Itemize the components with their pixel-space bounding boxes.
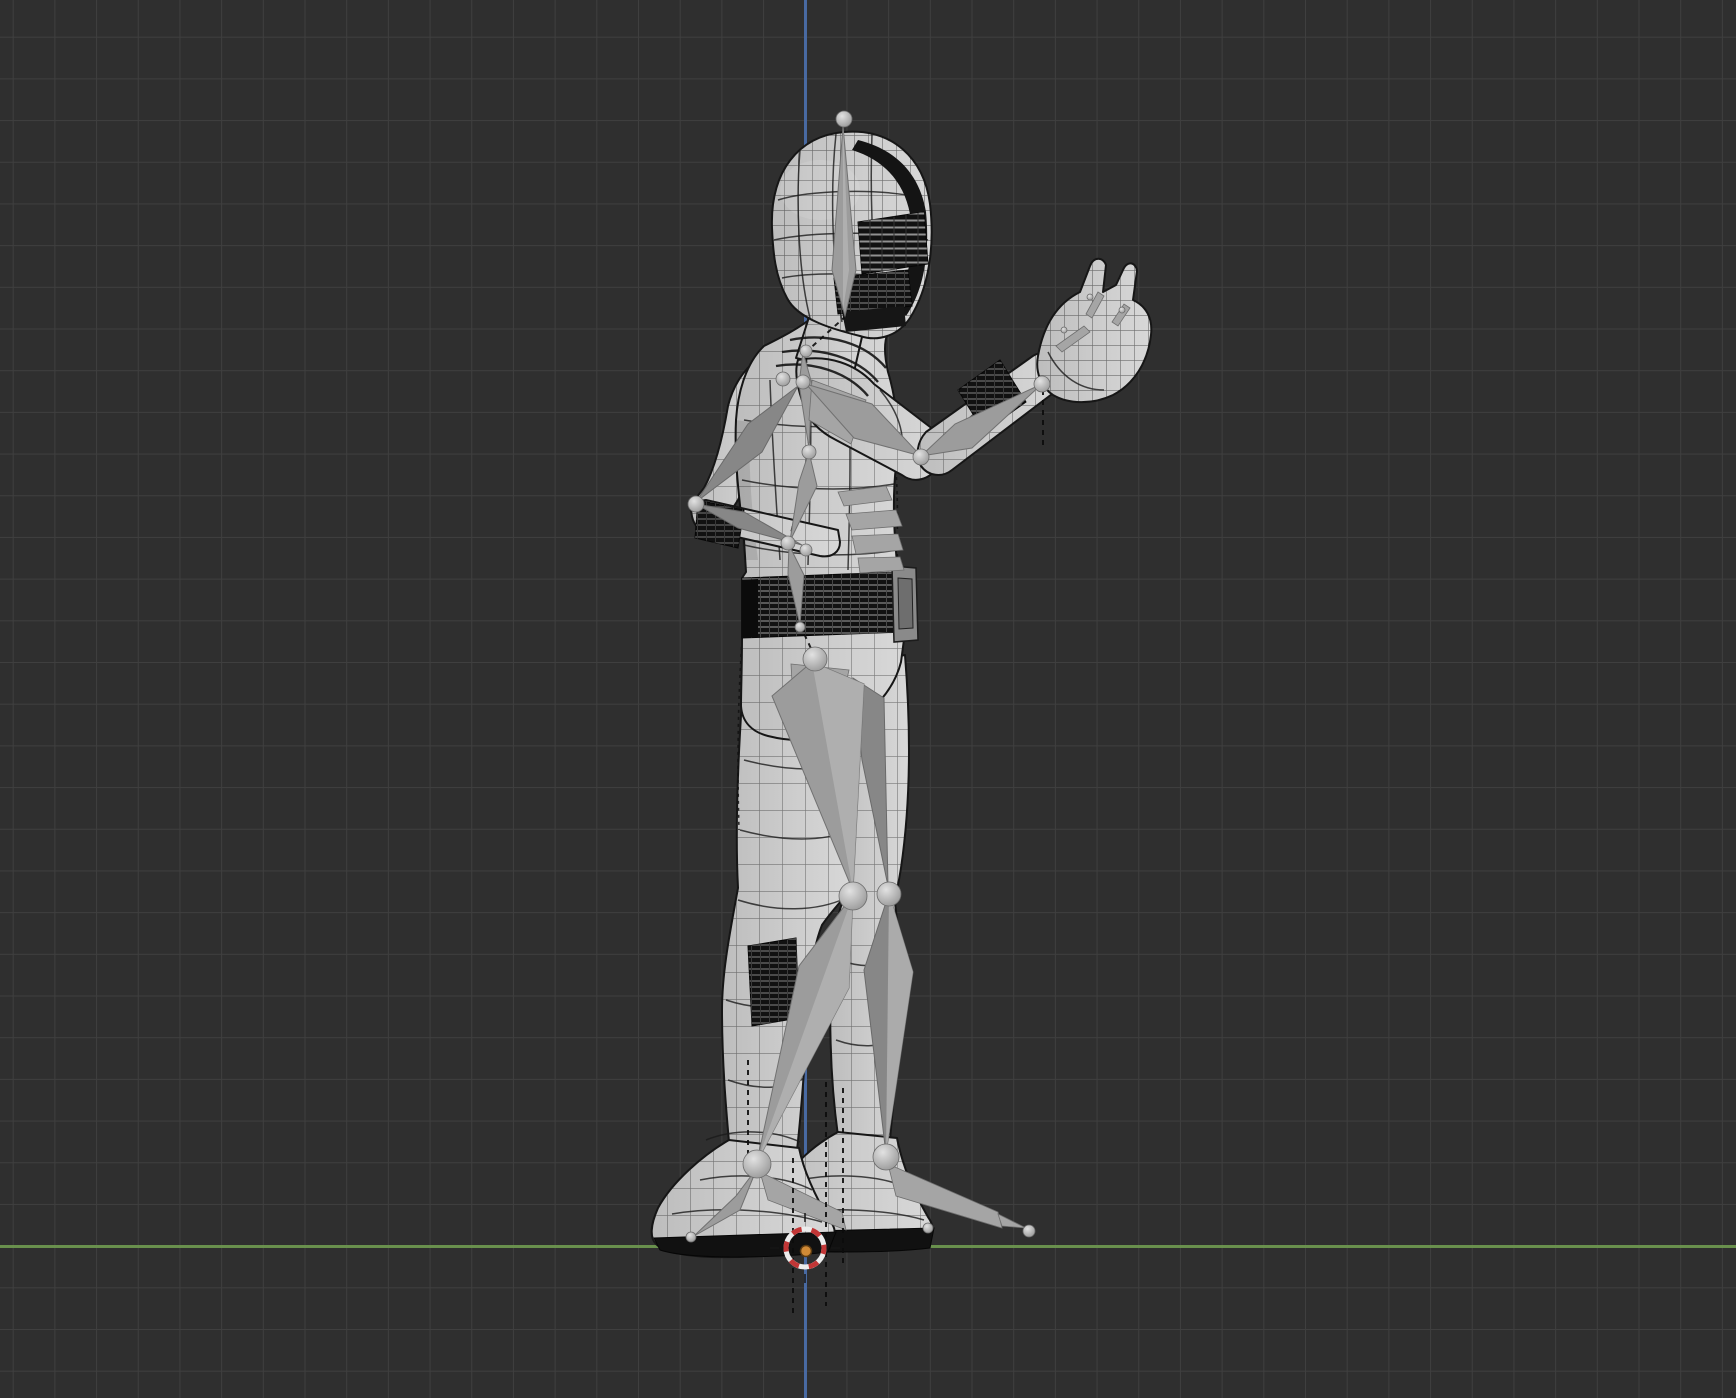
far-shin-facet	[886, 893, 913, 1154]
origin-dot	[799, 1244, 813, 1258]
ankle-joint[interactable]	[742, 1149, 772, 1179]
3d-viewport[interactable]	[0, 0, 1736, 1398]
wrist-joint[interactable]	[1033, 375, 1051, 393]
utility-belt	[741, 565, 919, 643]
elbow-joint[interactable]	[912, 448, 930, 466]
viewport-canvas[interactable]	[0, 0, 1736, 1398]
toe-bone[interactable]	[997, 1213, 1027, 1229]
visor	[857, 211, 929, 275]
knee-joint[interactable]	[838, 881, 868, 911]
pelvis-joint[interactable]	[802, 646, 828, 672]
character-mesh[interactable]	[650, 130, 1153, 1259]
hand-mesh[interactable]	[1036, 257, 1153, 404]
head-tip-joint[interactable]	[835, 110, 853, 128]
